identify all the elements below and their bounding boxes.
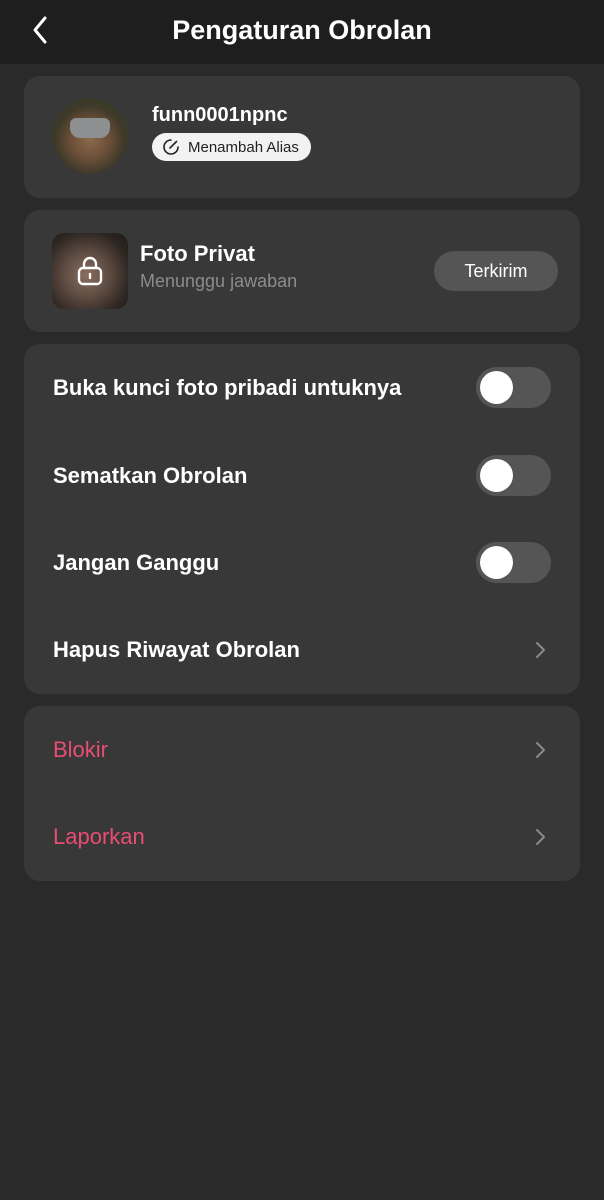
username: funn0001npnc	[152, 104, 288, 126]
profile-card: funn0001npnc Menambah Alias	[24, 76, 580, 198]
setting-row-do-not-disturb[interactable]: Jangan Ganggu	[24, 519, 580, 607]
setting-label: Hapus Riwayat Obrolan	[53, 637, 300, 662]
pin-chat-toggle[interactable]	[476, 455, 551, 496]
danger-card: Blokir Laporkan	[24, 706, 580, 881]
top-bar: Pengaturan Obrolan	[0, 0, 604, 64]
chevron-right-icon	[528, 825, 552, 849]
setting-label: Buka kunci foto pribadi untuknya	[53, 375, 402, 400]
edit-icon	[162, 138, 180, 156]
chevron-right-icon	[528, 638, 552, 662]
setting-row-unlock-private-photo[interactable]: Buka kunci foto pribadi untuknya	[24, 344, 580, 432]
add-alias-button[interactable]: Menambah Alias	[152, 133, 311, 161]
setting-label: Sematkan Obrolan	[53, 463, 248, 488]
toggle-knob	[480, 371, 513, 404]
setting-row-clear-history[interactable]: Hapus Riwayat Obrolan	[24, 606, 580, 694]
setting-label: Jangan Ganggu	[53, 550, 220, 575]
chevron-right-icon	[528, 738, 552, 762]
add-alias-label: Menambah Alias	[188, 138, 299, 156]
avatar[interactable]	[52, 98, 128, 174]
settings-card: Buka kunci foto pribadi untuknya Sematka…	[24, 344, 580, 694]
report-label: Laporkan	[53, 824, 145, 849]
toggle-knob	[480, 546, 513, 579]
report-row[interactable]: Laporkan	[24, 793, 580, 881]
private-photo-status: Menunggu jawaban	[140, 271, 298, 291]
do-not-disturb-toggle[interactable]	[476, 542, 551, 583]
block-row[interactable]: Blokir	[24, 706, 580, 794]
page-title: Pengaturan Obrolan	[172, 15, 432, 45]
private-photo-thumbnail[interactable]	[52, 233, 128, 309]
block-label: Blokir	[53, 737, 109, 762]
toggle-knob	[480, 459, 513, 492]
setting-row-pin-chat[interactable]: Sematkan Obrolan	[24, 432, 580, 520]
private-photo-card: Foto Privat Menunggu jawaban Terkirim	[24, 210, 580, 332]
private-photo-title: Foto Privat	[140, 241, 255, 266]
avatar-image-detail	[70, 118, 110, 138]
sent-button[interactable]: Terkirim	[434, 251, 558, 291]
lock-icon	[77, 256, 103, 286]
unlock-private-photo-toggle[interactable]	[476, 367, 551, 408]
